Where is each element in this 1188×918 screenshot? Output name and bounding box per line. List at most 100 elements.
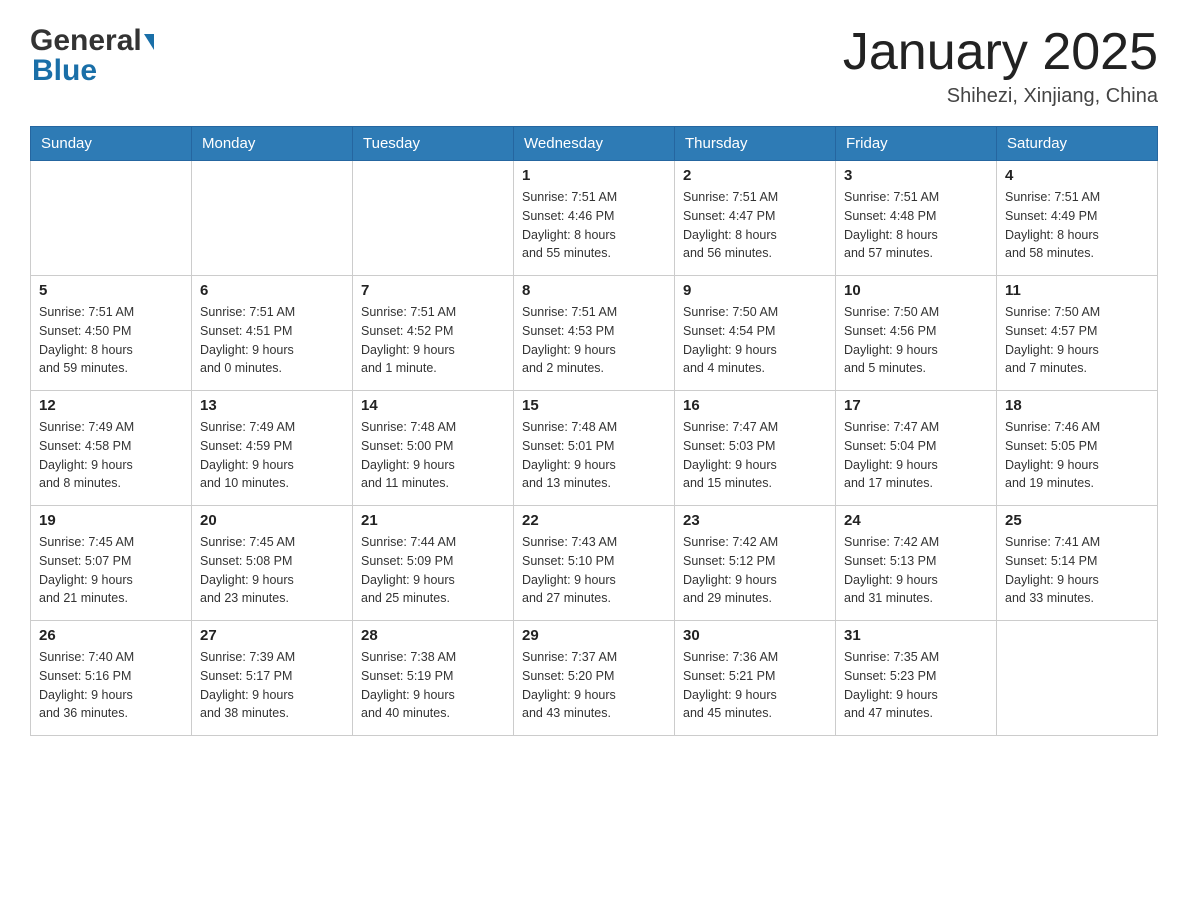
calendar-cell: 18 Sunrise: 7:46 AM Sunset: 5:05 PM Dayli…	[997, 391, 1158, 506]
calendar-cell: 24 Sunrise: 7:42 AM Sunset: 5:13 PM Dayli…	[836, 506, 997, 621]
day-info: Sunrise: 7:41 AM Sunset: 5:14 PM Dayligh…	[1005, 533, 1149, 608]
calendar-table: SundayMondayTuesdayWednesdayThursdayFrid…	[30, 126, 1158, 736]
day-info: Sunrise: 7:40 AM Sunset: 5:16 PM Dayligh…	[39, 648, 183, 723]
calendar-cell	[31, 161, 192, 276]
day-info: Sunrise: 7:45 AM Sunset: 5:08 PM Dayligh…	[200, 533, 344, 608]
day-number: 22	[522, 512, 666, 529]
week-row-4: 19 Sunrise: 7:45 AM Sunset: 5:07 PM Dayli…	[31, 506, 1158, 621]
calendar-header: SundayMondayTuesdayWednesdayThursdayFrid…	[31, 127, 1158, 161]
day-number: 17	[844, 397, 988, 414]
day-info: Sunrise: 7:39 AM Sunset: 5:17 PM Dayligh…	[200, 648, 344, 723]
day-info: Sunrise: 7:47 AM Sunset: 5:04 PM Dayligh…	[844, 418, 988, 493]
day-info: Sunrise: 7:48 AM Sunset: 5:00 PM Dayligh…	[361, 418, 505, 493]
calendar-cell: 29 Sunrise: 7:37 AM Sunset: 5:20 PM Dayli…	[514, 621, 675, 736]
month-title: January 2025	[843, 24, 1158, 81]
day-header-monday: Monday	[192, 127, 353, 161]
day-header-friday: Friday	[836, 127, 997, 161]
calendar-cell: 6Sunrise: 7:51 AM Sunset: 4:51 PM Daylig…	[192, 276, 353, 391]
day-info: Sunrise: 7:47 AM Sunset: 5:03 PM Dayligh…	[683, 418, 827, 493]
day-number: 12	[39, 397, 183, 414]
calendar-cell: 5 Sunrise: 7:51 AM Sunset: 4:50 PM Daylig…	[31, 276, 192, 391]
calendar-cell: 19 Sunrise: 7:45 AM Sunset: 5:07 PM Dayli…	[31, 506, 192, 621]
day-info: Sunrise: 7:45 AM Sunset: 5:07 PM Dayligh…	[39, 533, 183, 608]
calendar-cell: 10Sunrise: 7:50 AM Sunset: 4:56 PM Dayli…	[836, 276, 997, 391]
day-info: Sunrise: 7:46 AM Sunset: 5:05 PM Dayligh…	[1005, 418, 1149, 493]
logo-arrow-icon	[144, 34, 154, 50]
calendar-cell: 27Sunrise: 7:39 AM Sunset: 5:17 PM Dayli…	[192, 621, 353, 736]
day-number: 19	[39, 512, 183, 529]
day-info: Sunrise: 7:42 AM Sunset: 5:13 PM Dayligh…	[844, 533, 988, 608]
day-header-tuesday: Tuesday	[353, 127, 514, 161]
day-info: Sunrise: 7:38 AM Sunset: 5:19 PM Dayligh…	[361, 648, 505, 723]
day-info: Sunrise: 7:51 AM Sunset: 4:49 PM Dayligh…	[1005, 188, 1149, 263]
calendar-cell: 20 Sunrise: 7:45 AM Sunset: 5:08 PM Dayli…	[192, 506, 353, 621]
day-number: 8	[522, 282, 666, 299]
calendar-cell: 22 Sunrise: 7:43 AM Sunset: 5:10 PM Dayli…	[514, 506, 675, 621]
day-info: Sunrise: 7:49 AM Sunset: 4:59 PM Dayligh…	[200, 418, 344, 493]
calendar-cell: 4 Sunrise: 7:51 AM Sunset: 4:49 PM Daylig…	[997, 161, 1158, 276]
day-number: 28	[361, 627, 505, 644]
day-info: Sunrise: 7:51 AM Sunset: 4:50 PM Dayligh…	[39, 303, 183, 378]
logo: General Blue	[30, 24, 154, 88]
location-text: Shihezi, Xinjiang, China	[843, 85, 1158, 108]
day-number: 15	[522, 397, 666, 414]
day-number: 29	[522, 627, 666, 644]
day-info: Sunrise: 7:43 AM Sunset: 5:10 PM Dayligh…	[522, 533, 666, 608]
day-number: 13	[200, 397, 344, 414]
day-number: 6	[200, 282, 344, 299]
day-number: 14	[361, 397, 505, 414]
calendar-cell: 21Sunrise: 7:44 AM Sunset: 5:09 PM Dayli…	[353, 506, 514, 621]
calendar-cell	[353, 161, 514, 276]
calendar-cell	[192, 161, 353, 276]
day-number: 24	[844, 512, 988, 529]
day-header-saturday: Saturday	[997, 127, 1158, 161]
day-number: 7	[361, 282, 505, 299]
day-info: Sunrise: 7:42 AM Sunset: 5:12 PM Dayligh…	[683, 533, 827, 608]
day-info: Sunrise: 7:35 AM Sunset: 5:23 PM Dayligh…	[844, 648, 988, 723]
day-info: Sunrise: 7:49 AM Sunset: 4:58 PM Dayligh…	[39, 418, 183, 493]
day-info: Sunrise: 7:51 AM Sunset: 4:47 PM Dayligh…	[683, 188, 827, 263]
day-info: Sunrise: 7:44 AM Sunset: 5:09 PM Dayligh…	[361, 533, 505, 608]
day-info: Sunrise: 7:51 AM Sunset: 4:48 PM Dayligh…	[844, 188, 988, 263]
title-block: January 2025 Shihezi, Xinjiang, China	[843, 24, 1158, 108]
day-header-thursday: Thursday	[675, 127, 836, 161]
logo-general-text: General	[30, 24, 142, 58]
calendar-cell: 30Sunrise: 7:36 AM Sunset: 5:21 PM Dayli…	[675, 621, 836, 736]
day-number: 11	[1005, 282, 1149, 299]
header-row: SundayMondayTuesdayWednesdayThursdayFrid…	[31, 127, 1158, 161]
day-number: 2	[683, 167, 827, 184]
calendar-cell: 13 Sunrise: 7:49 AM Sunset: 4:59 PM Dayli…	[192, 391, 353, 506]
calendar-cell: 1Sunrise: 7:51 AM Sunset: 4:46 PM Daylig…	[514, 161, 675, 276]
day-number: 20	[200, 512, 344, 529]
day-number: 10	[844, 282, 988, 299]
calendar-cell: 17 Sunrise: 7:47 AM Sunset: 5:04 PM Dayli…	[836, 391, 997, 506]
day-info: Sunrise: 7:36 AM Sunset: 5:21 PM Dayligh…	[683, 648, 827, 723]
calendar-cell: 28 Sunrise: 7:38 AM Sunset: 5:19 PM Dayli…	[353, 621, 514, 736]
day-number: 23	[683, 512, 827, 529]
week-row-5: 26 Sunrise: 7:40 AM Sunset: 5:16 PM Dayli…	[31, 621, 1158, 736]
week-row-1: 1Sunrise: 7:51 AM Sunset: 4:46 PM Daylig…	[31, 161, 1158, 276]
calendar-cell	[997, 621, 1158, 736]
calendar-cell: 2 Sunrise: 7:51 AM Sunset: 4:47 PM Daylig…	[675, 161, 836, 276]
day-header-wednesday: Wednesday	[514, 127, 675, 161]
day-number: 1	[522, 167, 666, 184]
day-number: 26	[39, 627, 183, 644]
day-info: Sunrise: 7:37 AM Sunset: 5:20 PM Dayligh…	[522, 648, 666, 723]
day-info: Sunrise: 7:51 AM Sunset: 4:52 PM Dayligh…	[361, 303, 505, 378]
day-info: Sunrise: 7:50 AM Sunset: 4:54 PM Dayligh…	[683, 303, 827, 378]
calendar-cell: 7 Sunrise: 7:51 AM Sunset: 4:52 PM Daylig…	[353, 276, 514, 391]
page-header: General Blue January 2025 Shihezi, Xinji…	[30, 24, 1158, 108]
day-number: 18	[1005, 397, 1149, 414]
calendar-cell: 9 Sunrise: 7:50 AM Sunset: 4:54 PM Daylig…	[675, 276, 836, 391]
day-number: 9	[683, 282, 827, 299]
calendar-cell: 25 Sunrise: 7:41 AM Sunset: 5:14 PM Dayli…	[997, 506, 1158, 621]
day-number: 31	[844, 627, 988, 644]
day-number: 5	[39, 282, 183, 299]
day-number: 25	[1005, 512, 1149, 529]
day-number: 4	[1005, 167, 1149, 184]
calendar-cell: 3 Sunrise: 7:51 AM Sunset: 4:48 PM Daylig…	[836, 161, 997, 276]
day-number: 16	[683, 397, 827, 414]
day-number: 3	[844, 167, 988, 184]
calendar-cell: 8Sunrise: 7:51 AM Sunset: 4:53 PM Daylig…	[514, 276, 675, 391]
calendar-cell: 15Sunrise: 7:48 AM Sunset: 5:01 PM Dayli…	[514, 391, 675, 506]
